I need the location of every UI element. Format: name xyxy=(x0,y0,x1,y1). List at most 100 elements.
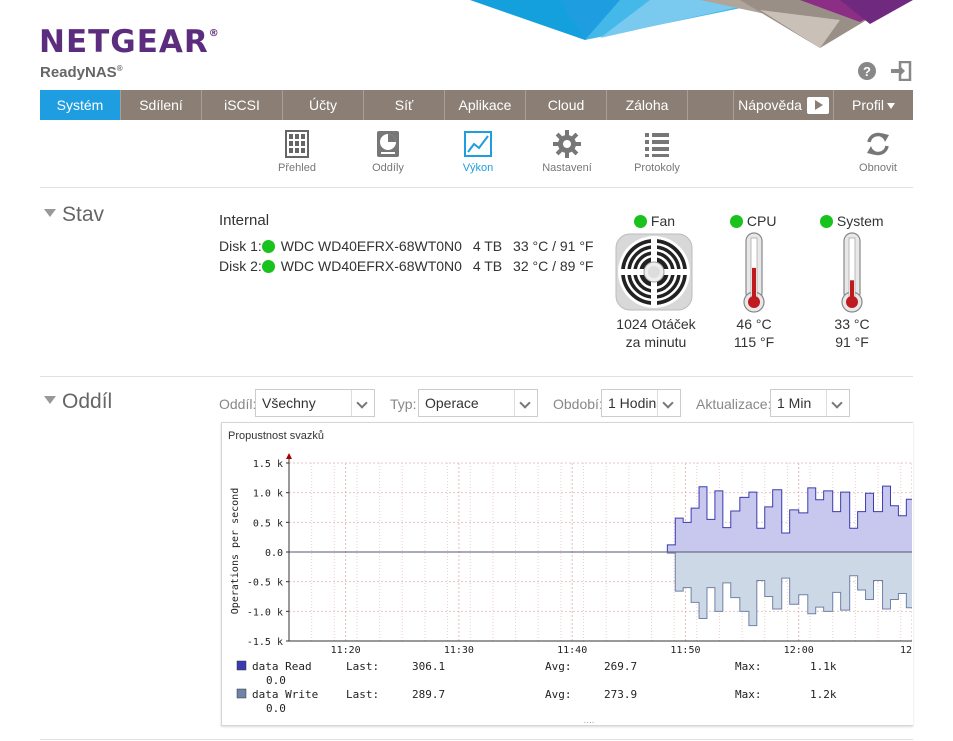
nav-iscsi[interactable]: iSCSI xyxy=(202,90,283,120)
refresh-icon xyxy=(864,130,892,158)
refresh-interval-value: 1 Min xyxy=(777,395,812,411)
legend-zero-value: 0.0 xyxy=(266,674,286,687)
legend-avg-value: 269.7 xyxy=(604,660,637,673)
legend-max-value: 1.2k xyxy=(810,688,837,701)
chevron-down-icon xyxy=(514,390,537,416)
nav-system[interactable]: Systém xyxy=(40,90,121,120)
chevron-down-icon xyxy=(657,390,680,416)
status-title: Stav xyxy=(62,203,105,226)
legend-avg-label: Avg: xyxy=(545,688,572,701)
subnav-volumes[interactable]: Oddíly xyxy=(353,130,423,174)
legend-avg-label: Avg: xyxy=(545,660,572,673)
status-ok-indicator xyxy=(261,239,275,253)
volume-select[interactable]: Všechny xyxy=(255,389,375,417)
subnav-settings[interactable]: Nastavení xyxy=(532,130,602,174)
subnav-logs[interactable]: Protokoly xyxy=(622,130,692,174)
legend-series-name: data Read xyxy=(252,660,312,673)
subnav-overview[interactable]: Přehled xyxy=(262,130,332,174)
volume-title: Oddíl xyxy=(62,390,113,413)
divider xyxy=(40,187,913,188)
status-ok-indicator xyxy=(261,259,275,273)
disk-model: WDC WD40EFRX-68WT0N0 xyxy=(280,238,462,254)
disk-temp: 32 °C / 89 °F xyxy=(513,258,594,274)
nav-help-label: Nápověda xyxy=(738,97,802,113)
refresh-button[interactable]: Obnovit xyxy=(843,130,913,174)
logs-icon xyxy=(643,130,671,158)
svg-text:?: ? xyxy=(863,64,871,79)
readynas-logo: ReadyNAS® xyxy=(40,64,123,81)
legend-swatch xyxy=(236,660,247,671)
legend-last-label: Last: xyxy=(346,688,379,701)
x-tick-label: 12:00 xyxy=(784,645,814,656)
nav-profile-label: Profil xyxy=(852,97,884,113)
x-tick-label: 12:1 xyxy=(900,645,912,656)
gear-icon xyxy=(553,130,581,158)
period-select-value: 1 Hodina xyxy=(608,395,665,411)
disk-label: Disk 2: xyxy=(219,258,262,274)
nav-spacer xyxy=(688,90,734,120)
chart-ylabel: Operations per second xyxy=(230,488,241,614)
legend-last-label: Last: xyxy=(346,660,379,673)
system-header: System xyxy=(820,213,884,229)
disk-size: 4 TB xyxy=(472,258,503,274)
nav-help[interactable]: Nápověda xyxy=(734,90,834,120)
divider xyxy=(40,376,913,377)
subnav-volumes-label: Oddíly xyxy=(372,162,404,174)
subnav-performance-label: Výkon xyxy=(462,162,494,174)
cpu-header: CPU xyxy=(730,213,776,229)
type-select[interactable]: Operace xyxy=(418,389,538,417)
y-tick-label: 0.0 xyxy=(265,548,283,559)
legend-swatch xyxy=(236,688,247,699)
cpu-label: CPU xyxy=(746,213,777,229)
status-ok-indicator xyxy=(820,214,833,228)
throughput-chart-svg: Propustnost svazků Operations per second… xyxy=(228,430,953,726)
throughput-chart: Propustnost svazků Operations per second… xyxy=(221,422,953,726)
nav-backup[interactable]: Záloha xyxy=(607,90,688,120)
y-tick-label: 1.0 k xyxy=(253,489,283,500)
refresh-interval-label: Aktualizace: xyxy=(696,396,772,412)
nav-network[interactable]: Síť xyxy=(364,90,445,120)
refresh-label: Obnovit xyxy=(859,162,897,174)
refresh-interval-select[interactable]: 1 Min xyxy=(770,389,850,417)
fan-header: Fan xyxy=(634,213,675,229)
legend-zero-value: 0.0 xyxy=(266,702,286,715)
logout-icon[interactable] xyxy=(890,60,912,82)
legend-avg-value: 273.9 xyxy=(604,688,637,701)
chevron-down-icon xyxy=(351,390,374,416)
subnav-settings-label: Nastavení xyxy=(542,162,592,174)
system-label: System xyxy=(836,213,884,229)
volume-section-toggle[interactable]: Oddíl xyxy=(44,390,112,414)
legend-last-value: 289.7 xyxy=(412,688,445,701)
nav-profile[interactable]: Profil xyxy=(834,90,913,120)
volume-select-label: Oddíl: xyxy=(219,396,257,412)
fan-icon xyxy=(614,232,694,317)
x-tick-label: 11:50 xyxy=(670,645,700,656)
overview-icon xyxy=(283,130,311,158)
chevron-down-icon xyxy=(826,390,849,416)
disk-label: Disk 1: xyxy=(219,238,262,254)
fan-label: Fan xyxy=(650,213,676,229)
nav-shares[interactable]: Sdílení xyxy=(121,90,202,120)
legend-max-label: Max: xyxy=(735,660,762,673)
volume-select-value: Všechny xyxy=(262,395,316,411)
period-select[interactable]: 1 Hodina xyxy=(601,389,681,417)
status-section-toggle[interactable]: Stav xyxy=(44,203,104,227)
system-temp-c: 33 °C xyxy=(834,316,870,332)
help-icon[interactable]: ? xyxy=(857,61,877,81)
netgear-logo: NETGEAR® xyxy=(39,24,220,60)
legend-last-value: 306.1 xyxy=(412,660,445,673)
disk-group-label: Internal xyxy=(219,212,270,229)
y-tick-label: -1.0 k xyxy=(247,607,283,618)
subnav-performance[interactable]: Výkon xyxy=(443,130,513,174)
disk-model: WDC WD40EFRX-68WT0N0 xyxy=(280,258,462,274)
nav-cloud[interactable]: Cloud xyxy=(526,90,607,120)
play-icon xyxy=(806,96,829,114)
nav-apps[interactable]: Aplikace xyxy=(445,90,526,120)
fan-speed-line1: 1024 Otáček xyxy=(616,316,696,332)
fan-speed-line2: za minutu xyxy=(625,334,687,350)
status-ok-indicator xyxy=(634,214,647,228)
legend-series-name: data Write xyxy=(252,688,318,701)
y-tick-label: 0.5 k xyxy=(253,518,283,529)
nav-accounts[interactable]: Účty xyxy=(283,90,364,120)
chart-more-dots: .... xyxy=(583,715,594,725)
